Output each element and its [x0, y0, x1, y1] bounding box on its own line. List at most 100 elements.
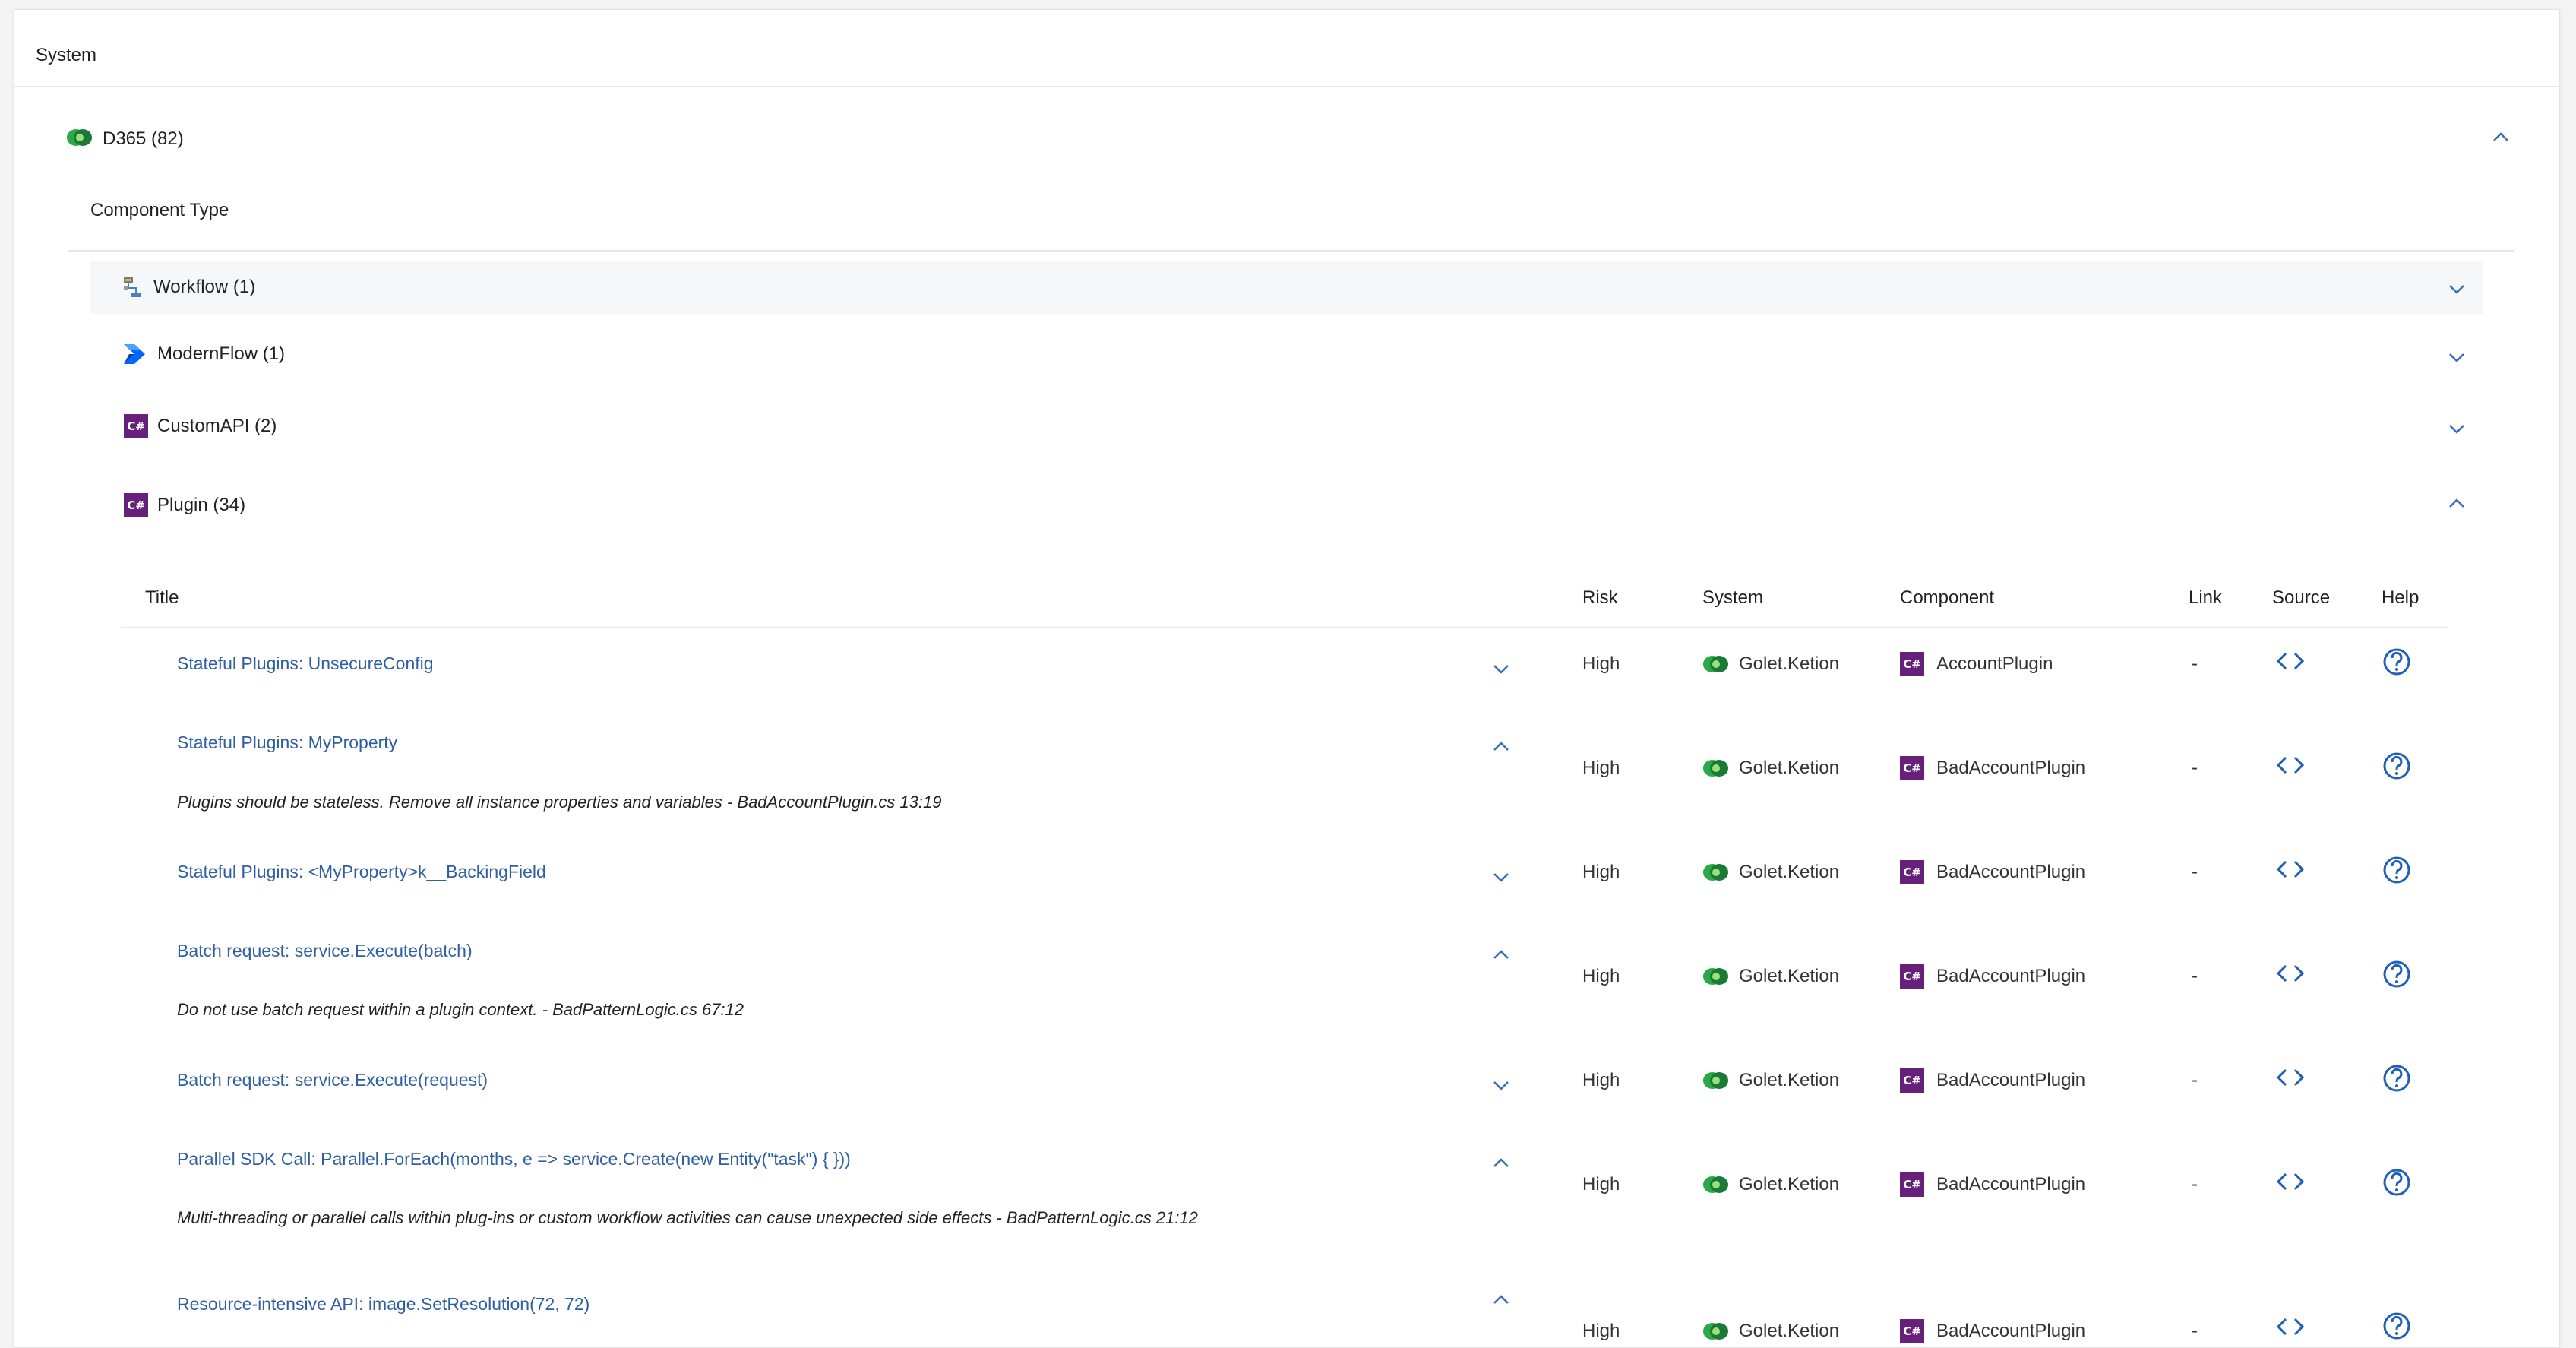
system-value: Golet.Ketion — [1739, 653, 1840, 674]
component-label: Plugin (34) — [157, 495, 246, 515]
table-header-divider — [121, 627, 2448, 628]
finding-title-link[interactable]: Stateful Plugins: <MyProperty>k__Backing… — [177, 862, 546, 882]
component-value: BadAccountPlugin — [1936, 758, 2086, 778]
system-value: Golet.Ketion — [1739, 1174, 1840, 1195]
risk-value: High — [1582, 1321, 1620, 1341]
code-icon[interactable] — [2275, 650, 2306, 672]
finding-title-link[interactable]: Stateful Plugins: UnsecureConfig — [177, 653, 434, 674]
csharp-icon: C# — [124, 414, 148, 438]
component-value: BadAccountPlugin — [1936, 1321, 2086, 1341]
system-value: Golet.Ketion — [1739, 862, 1840, 882]
code-icon[interactable] — [2275, 1170, 2306, 1193]
code-icon[interactable] — [2275, 962, 2306, 985]
system-value: Golet.Ketion — [1739, 1321, 1840, 1341]
component-row-workflow[interactable]: Workflow (1) — [90, 261, 2483, 314]
component-value: BadAccountPlugin — [1936, 1174, 2086, 1195]
finding-title-link[interactable]: Parallel SDK Call: Parallel.ForEach(mont… — [177, 1149, 851, 1169]
column-header-risk: Risk — [1582, 587, 1618, 608]
csharp-icon: C# — [124, 493, 148, 517]
link-value: - — [2192, 966, 2198, 986]
help-icon[interactable] — [2382, 647, 2412, 677]
component-row-modernflow[interactable]: ModernFlow (1) — [90, 332, 2483, 378]
finding-title-link[interactable]: Stateful Plugins: MyProperty — [177, 733, 397, 753]
component-row-customapi[interactable]: C# CustomAPI (2) — [90, 403, 2483, 449]
column-header-system: System — [1702, 587, 1764, 608]
component-value: BadAccountPlugin — [1936, 966, 2086, 986]
help-icon[interactable] — [2382, 1311, 2412, 1341]
d365-icon — [1703, 1072, 1728, 1089]
link-value: - — [2192, 862, 2198, 882]
d365-icon — [67, 129, 92, 146]
csharp-icon: C# — [1900, 860, 1924, 884]
help-icon[interactable] — [2382, 751, 2412, 781]
component-value: AccountPlugin — [1936, 653, 2053, 674]
column-header-component: Component — [1900, 587, 1995, 608]
chevron-down-icon[interactable] — [1490, 869, 1512, 885]
risk-value: High — [1582, 966, 1620, 986]
link-value: - — [2192, 653, 2198, 674]
column-header-title: Title — [145, 587, 179, 608]
finding-title-link[interactable]: Batch request: service.Execute(request) — [177, 1070, 488, 1090]
help-icon[interactable] — [2382, 959, 2412, 989]
csharp-icon: C# — [1900, 1319, 1924, 1343]
column-header-link: Link — [2189, 587, 2223, 608]
d365-icon — [1703, 760, 1728, 777]
chevron-up-icon[interactable] — [1490, 738, 1512, 755]
system-panel: System D365 (82) Component Type Workflow… — [14, 9, 2560, 1348]
system-value: Golet.Ketion — [1739, 966, 1840, 986]
system-group-header[interactable]: D365 (82) — [66, 118, 2527, 160]
d365-icon — [1703, 1176, 1728, 1193]
csharp-icon: C# — [1900, 652, 1924, 676]
risk-value: High — [1582, 1070, 1620, 1090]
chevron-up-icon[interactable] — [2445, 495, 2468, 511]
component-row-plugin[interactable]: C# Plugin (34) — [90, 483, 2483, 528]
code-icon[interactable] — [2275, 1066, 2306, 1089]
help-icon[interactable] — [2382, 1167, 2412, 1198]
power-automate-icon — [124, 344, 145, 364]
csharp-icon: C# — [1900, 756, 1924, 780]
chevron-down-icon[interactable] — [1490, 1077, 1512, 1093]
component-label: Workflow (1) — [153, 277, 256, 297]
chevron-up-icon[interactable] — [1490, 1291, 1512, 1308]
link-value: - — [2192, 1321, 2198, 1341]
risk-value: High — [1582, 1174, 1620, 1195]
link-value: - — [2192, 1070, 2198, 1090]
csharp-icon: C# — [1900, 964, 1924, 989]
chevron-up-icon[interactable] — [1490, 946, 1512, 963]
workflow-icon — [124, 277, 141, 297]
system-value: Golet.Ketion — [1739, 1070, 1840, 1090]
finding-title-link[interactable]: Resource-intensive API: image.SetResolut… — [177, 1294, 589, 1315]
chevron-up-icon[interactable] — [1490, 1154, 1512, 1171]
component-type-title: Component Type — [90, 200, 229, 220]
risk-value: High — [1582, 862, 1620, 882]
panel-title: System — [36, 45, 97, 65]
help-icon[interactable] — [2382, 1063, 2412, 1093]
chevron-down-icon[interactable] — [1490, 660, 1512, 677]
d365-icon — [1703, 656, 1728, 672]
code-icon[interactable] — [2275, 754, 2306, 777]
chevron-up-icon[interactable] — [2489, 128, 2512, 145]
finding-title-link[interactable]: Batch request: service.Execute(batch) — [177, 941, 473, 961]
finding-description: Plugins should be stateless. Remove all … — [177, 793, 942, 812]
d365-icon — [1703, 1323, 1728, 1340]
chevron-down-icon[interactable] — [2445, 420, 2468, 437]
code-icon[interactable] — [2275, 1315, 2306, 1338]
csharp-icon: C# — [1900, 1172, 1924, 1197]
column-header-source: Source — [2272, 587, 2331, 608]
component-value: BadAccountPlugin — [1936, 1070, 2086, 1090]
chevron-down-icon[interactable] — [2445, 280, 2468, 297]
component-type-divider — [68, 250, 2514, 252]
csharp-icon: C# — [1900, 1068, 1924, 1093]
help-icon[interactable] — [2382, 855, 2412, 885]
link-value: - — [2192, 758, 2198, 778]
chevron-down-icon[interactable] — [2445, 349, 2468, 365]
d365-icon — [1703, 968, 1728, 985]
header-divider — [14, 86, 2559, 87]
component-label: CustomAPI (2) — [157, 416, 277, 436]
component-label: ModernFlow (1) — [157, 343, 286, 364]
finding-description: Do not use batch request within a plugin… — [177, 1000, 744, 1019]
system-group-label: D365 (82) — [103, 128, 184, 149]
code-icon[interactable] — [2275, 858, 2306, 881]
system-value: Golet.Ketion — [1739, 758, 1840, 778]
risk-value: High — [1582, 653, 1620, 674]
